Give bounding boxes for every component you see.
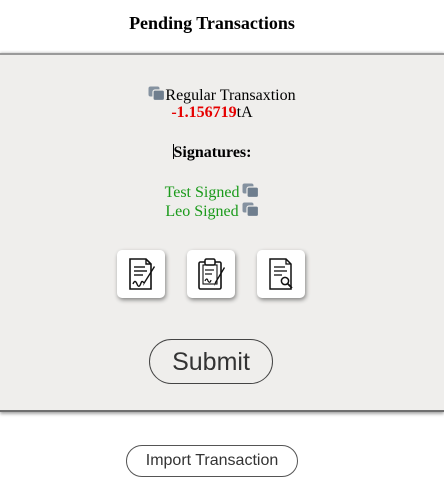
sign-document-button[interactable] xyxy=(117,250,165,298)
inspect-document-button[interactable] xyxy=(257,250,305,298)
signer-label: Test Signed xyxy=(164,184,240,201)
amount-line: -1.156719tA xyxy=(0,104,424,122)
signer-label: Leo Signed xyxy=(165,203,239,220)
signer-row: Leo Signed xyxy=(0,202,424,221)
transaction-name: Regular Transaxtion xyxy=(165,87,296,104)
sign-document-icon xyxy=(129,258,155,290)
clipboard-sign-button[interactable] xyxy=(187,250,235,298)
amount-unit: tA xyxy=(236,104,253,121)
signatures-heading-label: Signatures: xyxy=(173,144,252,161)
page-title: Pending Transactions xyxy=(129,13,295,33)
copy-icon[interactable] xyxy=(242,183,260,198)
transaction-line: Regular Transaxtion xyxy=(0,86,444,105)
clipboard-sign-icon xyxy=(198,258,225,290)
inspect-document-icon xyxy=(269,258,293,290)
submit-button[interactable]: Submit xyxy=(149,339,273,384)
import-transaction-button[interactable]: Import Transaction xyxy=(126,445,298,477)
signer-row: Test Signed xyxy=(0,183,424,202)
transaction-panel: Regular Transaxtion -1.156719tA Signatur… xyxy=(0,53,444,412)
signatures-heading: Signatures: xyxy=(0,144,424,162)
copy-icon[interactable] xyxy=(148,86,166,101)
copy-icon[interactable] xyxy=(242,202,259,217)
transaction-amount: -1.156719 xyxy=(171,104,237,121)
